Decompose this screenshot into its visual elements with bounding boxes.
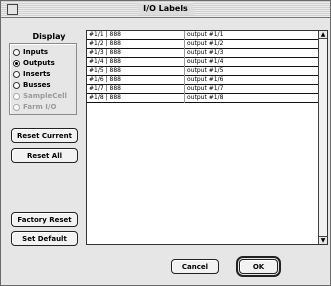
display-radio-group: Inputs Outputs Inserts Busses SampleCell…	[9, 43, 77, 115]
display-group-label: Display	[32, 32, 66, 41]
label-cell[interactable]: output #1/1	[187, 31, 223, 39]
label-cell[interactable]: output #1/8	[187, 94, 223, 102]
table-row[interactable]: #1/1 | 888 output #1/1	[87, 31, 319, 40]
table-row[interactable]: #1/5 | 888 output #1/5	[87, 67, 319, 76]
device-cell: #1/5 | 888	[89, 67, 121, 74]
label-cell[interactable]: output #1/7	[187, 85, 223, 93]
table-row[interactable]: #1/4 | 888 output #1/4	[87, 58, 319, 67]
table-row[interactable]: #1/7 | 888 output #1/7	[87, 85, 319, 94]
radio-inserts[interactable]: Inserts	[13, 69, 50, 79]
title-bar[interactable]: I/O Labels	[1, 1, 330, 18]
radio-button[interactable]	[13, 48, 20, 56]
radio-label: Busses	[23, 81, 51, 89]
device-cell: #1/8 | 888	[89, 94, 121, 101]
table-row[interactable]: #1/3 | 888 output #1/3	[87, 49, 319, 58]
table-row[interactable]: #1/8 | 888 output #1/8	[87, 94, 319, 103]
radio-label: Inputs	[23, 48, 49, 56]
device-cell: #1/3 | 888	[89, 49, 121, 56]
column-divider	[184, 76, 185, 85]
table-row[interactable]: #1/6 | 888 output #1/6	[87, 76, 319, 85]
column-divider	[184, 67, 185, 76]
column-divider	[184, 58, 185, 67]
label-cell[interactable]: output #1/6	[187, 76, 223, 84]
label-cell[interactable]: output #1/4	[187, 58, 223, 66]
radio-farm-io: Farm I/O	[13, 102, 56, 112]
radio-label: Farm I/O	[23, 103, 57, 111]
column-divider	[184, 49, 185, 58]
dialog-title: I/O Labels	[137, 3, 194, 15]
radio-inputs[interactable]: Inputs	[13, 47, 48, 57]
label-cell[interactable]: output #1/3	[187, 49, 223, 57]
reset-current-button[interactable]: Reset Current	[11, 128, 78, 143]
set-default-button[interactable]: Set Default	[11, 231, 78, 246]
radio-button[interactable]	[13, 81, 20, 89]
radio-button-selected[interactable]	[13, 59, 20, 67]
ok-button[interactable]: OK	[236, 256, 281, 277]
io-labels-list[interactable]: #1/1 | 888 output #1/1 #1/2 | 888 output #1…	[86, 30, 328, 245]
device-cell: #1/6 | 888	[89, 76, 121, 83]
column-divider	[184, 85, 185, 94]
column-divider	[184, 31, 185, 40]
radio-label: SampleCell	[23, 92, 67, 100]
column-divider	[184, 94, 185, 103]
list-rows: #1/1 | 888 output #1/1 #1/2 | 888 output #1…	[87, 31, 319, 103]
vertical-scrollbar[interactable]: ▲ ▼	[318, 31, 327, 244]
radio-label: Inserts	[23, 70, 51, 78]
label-cell[interactable]: output #1/2	[187, 40, 223, 48]
radio-button-disabled	[13, 92, 20, 100]
column-divider	[184, 40, 185, 49]
scroll-down-arrow-icon[interactable]: ▼	[319, 236, 327, 244]
table-row[interactable]: #1/2 | 888 output #1/2	[87, 40, 319, 49]
reset-all-button[interactable]: Reset All	[11, 148, 78, 163]
device-cell: #1/4 | 888	[89, 58, 121, 65]
scroll-up-arrow-icon[interactable]: ▲	[319, 31, 327, 39]
radio-outputs[interactable]: Outputs	[13, 58, 55, 68]
device-cell: #1/1 | 888	[89, 31, 121, 38]
io-labels-dialog: I/O Labels Display Inputs Outputs Insert…	[0, 0, 331, 286]
radio-busses[interactable]: Busses	[13, 80, 51, 90]
radio-label: Outputs	[23, 59, 55, 67]
device-cell: #1/7 | 888	[89, 85, 121, 92]
radio-button[interactable]	[13, 70, 20, 78]
label-cell[interactable]: output #1/5	[187, 67, 223, 75]
factory-reset-button[interactable]: Factory Reset	[11, 212, 78, 227]
radio-samplecell: SampleCell	[13, 91, 67, 101]
device-cell: #1/2 | 888	[89, 40, 121, 47]
close-box[interactable]	[7, 4, 18, 15]
cancel-button[interactable]: Cancel	[171, 259, 219, 274]
radio-button-disabled	[13, 103, 20, 111]
